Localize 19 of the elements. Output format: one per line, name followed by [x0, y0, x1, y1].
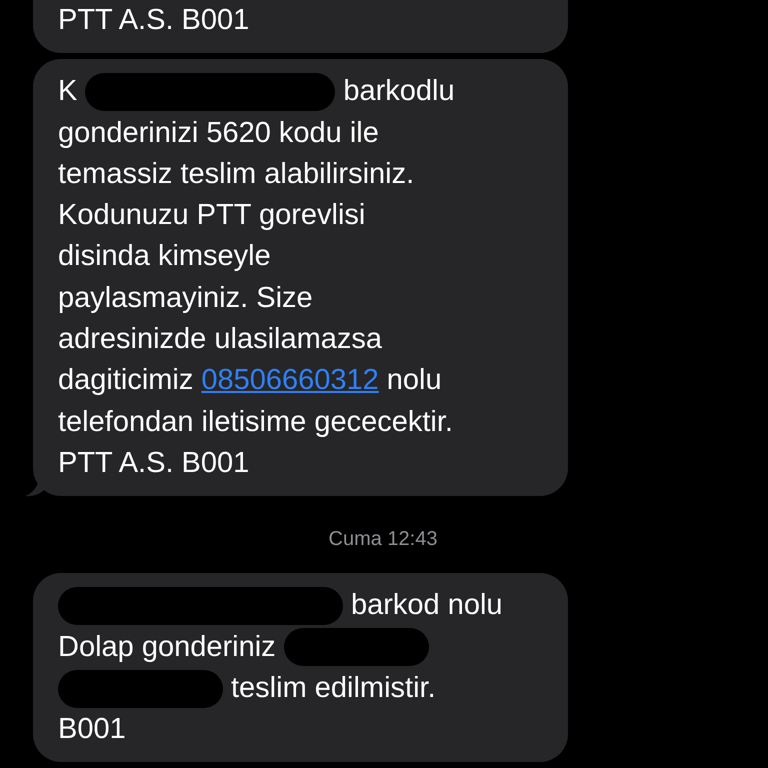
message-text: Kodunuzu PTT gorevlisi	[58, 198, 366, 234]
phone-link[interactable]: 08506660312	[201, 360, 379, 402]
message-text: adresinizde ulasilamazsa	[58, 322, 382, 358]
message-text: PTT A.S. B001	[58, 446, 250, 481]
message-text: paylasmayiniz. Size	[58, 280, 313, 316]
message-timestamp: Cuma 12:43	[328, 528, 438, 552]
message-text: barkod nolu	[351, 588, 503, 624]
message-text: K	[58, 74, 78, 110]
message-text: gonderinizi 5620 kodu ile	[58, 116, 379, 151]
message-text: teslim edilmistir.	[231, 670, 436, 706]
message-text: PTT A.S. B001	[58, 3, 250, 38]
message-text: barkodlu	[343, 74, 455, 110]
message-text: temassiz teslim alabilirsiniz.	[58, 156, 414, 192]
message-text: nolu	[386, 363, 442, 398]
message-text: B001	[58, 712, 126, 748]
message-text: Dolap gonderiniz	[58, 630, 276, 665]
message-text: disinda kimseyle	[58, 239, 271, 274]
message-text: telefondan iletisime gececektir.	[58, 404, 453, 440]
message-text: dagiticimiz	[58, 363, 194, 398]
